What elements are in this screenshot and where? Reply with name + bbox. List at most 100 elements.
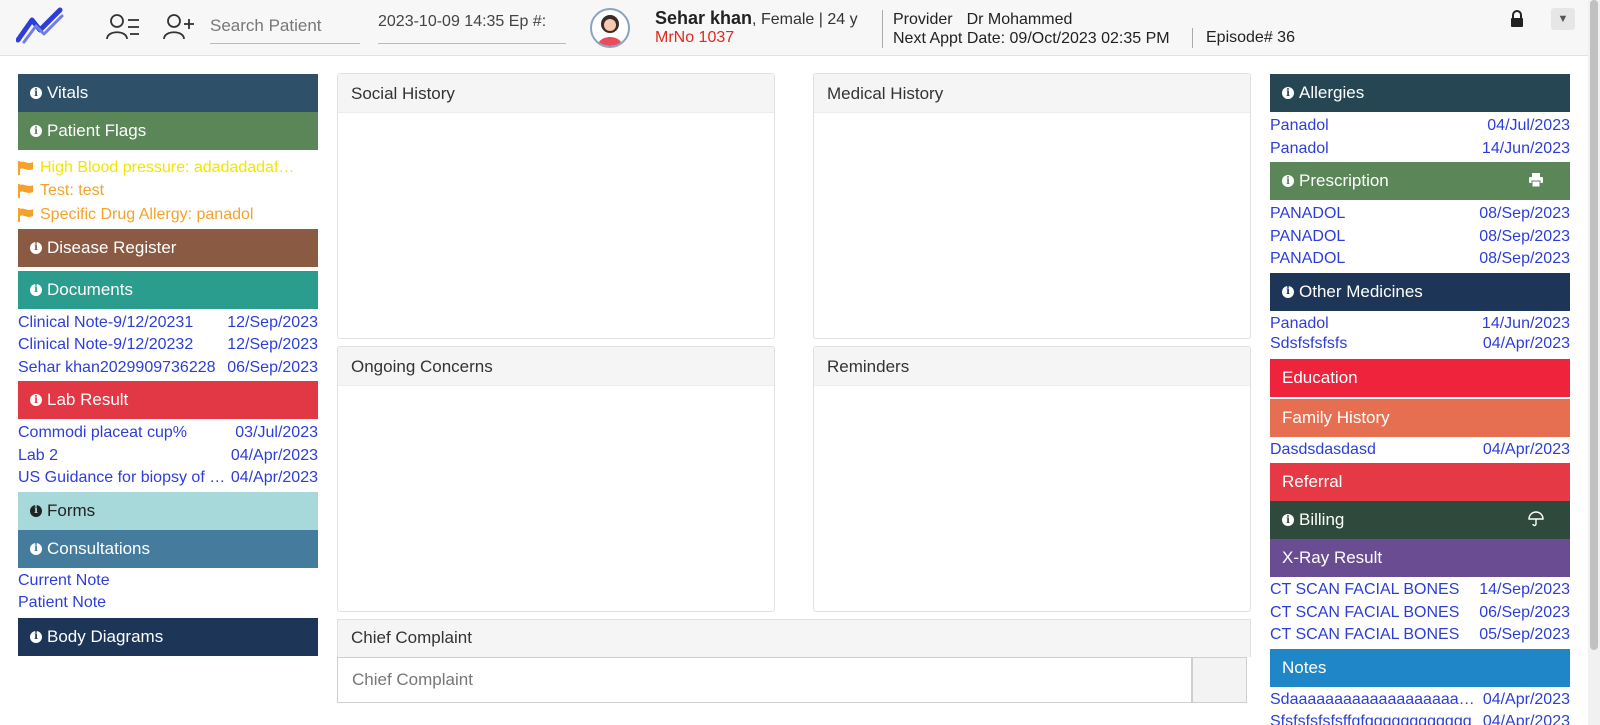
left-column: i Vitals i Patient Flags High Blood pressu… <box>18 74 318 656</box>
panel-title: Reminders <box>814 347 1250 386</box>
social-history-panel: Social History <box>337 73 775 339</box>
allergies-list: Panadol 04/Jul/2023 Panadol 14/Jun/2023 <box>1270 112 1570 162</box>
medical-history-panel: Medical History <box>813 73 1251 339</box>
patient-flags-section[interactable]: i Patient Flags <box>18 112 318 150</box>
ongoing-concerns-panel: Ongoing Concerns <box>337 346 775 612</box>
documents-section[interactable]: i Documents <box>18 270 318 309</box>
header-divider <box>1192 28 1193 48</box>
patient-avatar-icon <box>598 15 622 46</box>
prescription-section[interactable]: i Prescription <box>1270 162 1570 200</box>
other-medicines-section[interactable]: i Other Medicines <box>1270 272 1570 311</box>
next-appt-label: Next Appt Date <box>893 30 1001 47</box>
flag-item[interactable]: Test: test <box>18 180 318 204</box>
section-title: Patient Flags <box>47 121 147 140</box>
info-icon: i <box>1282 175 1294 187</box>
patient-name[interactable]: Sehar khan <box>655 8 752 28</box>
xray-result-section[interactable]: X-Ray Result <box>1270 539 1570 577</box>
info-icon: i <box>1282 285 1294 298</box>
panel-title: Ongoing Concerns <box>338 347 774 386</box>
section-title: Education <box>1282 367 1358 387</box>
umbrella-icon[interactable] <box>1528 511 1544 527</box>
flag-icon <box>18 160 33 175</box>
other-medicine-item[interactable]: Sdsfsfsfsfs 04/Apr/2023 <box>1270 334 1570 354</box>
episode-number: Episode# 36 <box>1206 29 1295 46</box>
xray-item[interactable]: CT SCAN FACIAL BONES 06/Sep/2023 <box>1270 602 1570 625</box>
document-item[interactable]: Clinical Note-9/12/20232 12/Sep/2023 <box>18 334 318 357</box>
body-diagrams-section[interactable]: i Body Diagrams <box>18 617 318 656</box>
section-title: Forms <box>47 500 96 520</box>
family-history-list: Dasdsdasdasd 04/Apr/2023 <box>1270 437 1570 464</box>
info-icon: i <box>1282 87 1294 99</box>
xray-result-list: CT SCAN FACIAL BONES 14/Sep/2023 CT SCAN … <box>1270 577 1570 649</box>
lab-item[interactable]: US Guidance for biopsy of liver 04/Apr/20… <box>18 467 318 490</box>
section-title: Lab Result <box>47 390 129 409</box>
education-section[interactable]: Education <box>1270 358 1570 397</box>
allergy-item[interactable]: Panadol 04/Jul/2023 <box>1270 115 1570 138</box>
allergies-section[interactable]: i Allergies <box>1270 74 1570 112</box>
section-title: Notes <box>1282 657 1327 677</box>
lab-item[interactable]: Lab 2 04/Apr/2023 <box>18 445 318 468</box>
section-title: Family History <box>1282 407 1390 427</box>
flag-icon <box>18 184 33 199</box>
print-icon[interactable] <box>1528 172 1544 188</box>
notes-section[interactable]: Notes <box>1270 648 1570 687</box>
patient-meta: , Female | 24 y <box>752 11 858 28</box>
patient-name-line: Sehar khan, Female | 24 y <box>655 8 858 29</box>
note-item[interactable]: Sfsfsfsfsfsffgfgggggggggggg 04/Apr/2023 <box>1270 711 1570 725</box>
disease-register-section[interactable]: i Disease Register <box>18 228 318 267</box>
document-item[interactable]: Clinical Note-9/12/20231 12/Sep/2023 <box>18 312 318 335</box>
info-icon: i <box>30 125 42 137</box>
forms-section[interactable]: i Forms <box>18 491 318 530</box>
section-title: X-Ray Result <box>1282 548 1383 567</box>
patient-list-icon[interactable] <box>106 12 140 42</box>
section-title: Vitals <box>47 83 89 102</box>
referral-section[interactable]: Referral <box>1270 463 1570 501</box>
section-title: Referral <box>1282 472 1343 491</box>
chief-complaint-panel: Chief Complaint <box>337 619 1251 703</box>
prescription-item[interactable]: PANADOL 08/Sep/2023 <box>1270 203 1570 226</box>
family-history-section[interactable]: Family History <box>1270 398 1570 437</box>
header-dropdown-button[interactable]: ▼ <box>1551 8 1575 30</box>
lab-item[interactable]: Commodi placeat cup% 03/Jul/2023 <box>18 422 318 445</box>
chief-complaint-input[interactable] <box>337 657 1192 703</box>
patient-flags-list: High Blood pressure: adadadadafdssdfdfsd… <box>18 150 318 229</box>
add-patient-icon[interactable] <box>162 12 196 42</box>
section-title: Allergies <box>1299 83 1365 102</box>
consultation-item[interactable]: Current Note <box>18 570 318 593</box>
other-medicines-list: Panadol 14/Jun/2023 Sdsfsfsfsfs 04/Apr/202… <box>1270 311 1570 355</box>
consultations-section[interactable]: i Consultations <box>18 529 318 568</box>
section-title: Consultations <box>47 538 151 558</box>
xray-item[interactable]: CT SCAN FACIAL BONES 05/Sep/2023 <box>1270 624 1570 647</box>
prescription-item[interactable]: PANADOL 08/Sep/2023 <box>1270 248 1570 271</box>
patient-avatar[interactable] <box>590 8 630 48</box>
other-medicine-item[interactable]: Panadol 14/Jun/2023 <box>1270 314 1570 334</box>
info-icon: i <box>1282 514 1294 526</box>
lab-result-section[interactable]: i Lab Result <box>18 381 318 419</box>
lock-icon[interactable] <box>1510 10 1524 28</box>
section-title: Prescription <box>1299 171 1389 190</box>
flag-item[interactable]: High Blood pressure: adadadadafdssdfdfsd <box>18 156 318 180</box>
patient-mrno: MrNo 1037 <box>655 29 735 46</box>
panel-title: Medical History <box>814 74 1250 113</box>
flag-item[interactable]: Specific Drug Allergy: panadol <box>18 203 318 227</box>
info-icon: i <box>30 394 42 406</box>
note-item[interactable]: Sdaaaaaaaaaaaaaaaaaaaaaaa 04/Apr/2023 <box>1270 689 1570 712</box>
document-item[interactable]: Sehar khan2029909736228 06/Sep/2023 <box>18 357 318 380</box>
section-title: Other Medicines <box>1299 281 1423 301</box>
consultation-item[interactable]: Patient Note <box>18 592 318 615</box>
next-appt-value: : 09/Oct/2023 02:35 PM <box>1000 30 1170 47</box>
provider-info: Provider Dr Mohammed Next Appt Date: 09/O… <box>893 10 1170 48</box>
search-patient-input[interactable] <box>210 8 360 44</box>
billing-section[interactable]: i Billing <box>1270 501 1570 539</box>
chief-complaint-add-button[interactable] <box>1192 657 1247 703</box>
info-icon: i <box>30 87 42 99</box>
allergy-item[interactable]: Panadol 14/Jun/2023 <box>1270 138 1570 161</box>
page-scrollbar-thumb[interactable] <box>1590 0 1598 650</box>
family-history-item[interactable]: Dasdsdasdasd 04/Apr/2023 <box>1270 439 1570 462</box>
consultations-list: Current Note Patient Note <box>18 568 318 618</box>
header-divider <box>882 10 883 48</box>
app-logo-icon[interactable] <box>16 6 64 44</box>
xray-item[interactable]: CT SCAN FACIAL BONES 14/Sep/2023 <box>1270 579 1570 602</box>
prescription-item[interactable]: PANADOL 08/Sep/2023 <box>1270 226 1570 249</box>
vitals-section[interactable]: i Vitals <box>18 74 318 112</box>
